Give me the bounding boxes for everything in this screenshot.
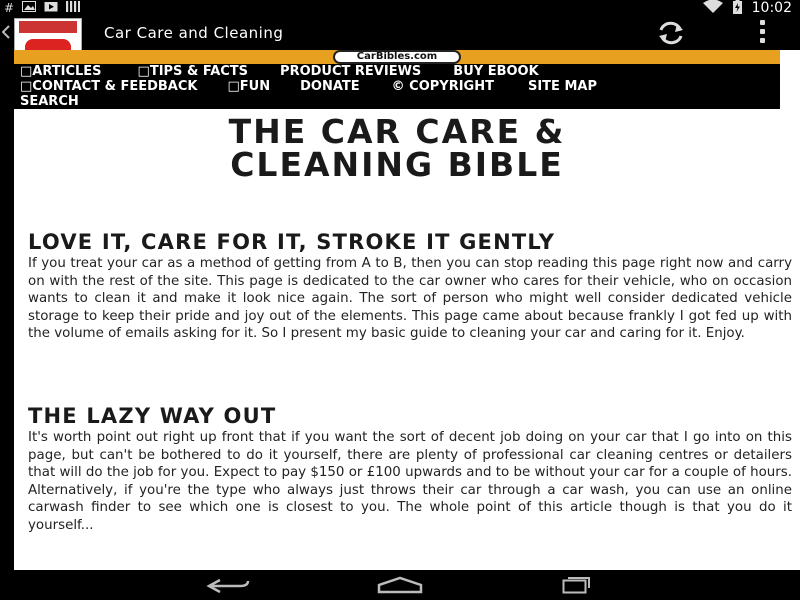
nav-row-2: □CONTACT & FEEDBACK □FUN DONATE © COPYRI… [14,79,780,94]
page-title-line-2: CLEANING BIBLE [230,145,564,184]
home-icon[interactable] [376,576,424,598]
nav-item-donate[interactable]: DONATE [300,79,360,94]
image-icon [22,0,37,16]
wifi-icon [702,0,723,17]
status-left-icons: # [4,0,81,16]
nav-item-site-map[interactable]: SITE MAP [528,79,597,94]
nav-item-product-reviews[interactable]: PRODUCT REVIEWS [280,64,421,79]
page-title-line-1: THE CAR CARE & [228,112,566,151]
refresh-icon[interactable] [656,21,686,50]
system-nav-bar [0,570,800,600]
action-bar: Car Care and Cleaning [0,16,800,64]
recent-apps-icon[interactable] [562,576,592,598]
status-clock: 10:02 [751,0,792,16]
status-right-icons: 10:02 [702,0,792,18]
hash-icon: # [4,1,15,15]
section-heading: THE LAZY WAY OUT [28,404,277,428]
status-bar: # 10:02 [0,0,800,16]
section-heading: LOVE IT, CARE FOR IT, STROKE IT GENTLY [28,230,556,254]
overflow-menu-icon[interactable] [760,20,766,43]
play-store-icon [44,0,58,16]
section-body: If you treat your car as a method of get… [28,256,792,342]
app-title: Car Care and Cleaning [104,24,284,42]
back-arrow-icon[interactable] [1,25,10,43]
nav-item-fun[interactable]: □FUN [228,79,271,94]
nav-item-search[interactable]: SEARCH [20,94,79,109]
site-logo[interactable]: CarBibles.com [333,50,461,64]
nav-row-1: □ARTICLES □TIPS & FACTS PRODUCT REVIEWS … [14,64,780,79]
nav-item-contact-feedback[interactable]: □CONTACT & FEEDBACK [20,79,198,94]
back-icon[interactable] [206,578,252,598]
signal-bars-icon [66,0,81,16]
nav-item-articles[interactable]: □ARTICLES [20,64,102,79]
section-body: It's worth point out right up front that… [28,430,792,533]
site-nav: □ARTICLES □TIPS & FACTS PRODUCT REVIEWS … [14,64,780,109]
webview-content[interactable]: CarBibles.com □ARTICLES □TIPS & FACTS PR… [14,50,800,570]
battery-charging-icon [732,0,742,18]
nav-item-buy-ebook[interactable]: BUY EBOOK [453,64,538,79]
nav-row-3: SEARCH [14,94,126,109]
nav-item-tips-facts[interactable]: □TIPS & FACTS [138,64,249,79]
site-banner: CarBibles.com [14,50,780,64]
nav-item-copyright[interactable]: © COPYRIGHT [392,79,494,94]
